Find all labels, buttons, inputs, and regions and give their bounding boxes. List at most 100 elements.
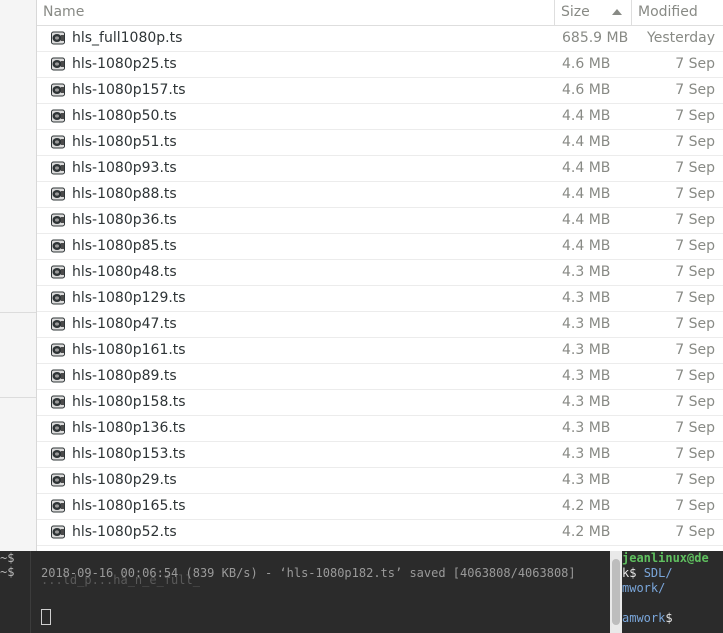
- file-row[interactable]: hls-1080p157.ts 4.6 MB 7 Sep: [37, 78, 723, 104]
- file-row[interactable]: hls-1080p25.ts 4.6 MB 7 Sep: [37, 52, 723, 78]
- file-name: hls-1080p158.ts: [72, 394, 186, 410]
- video-file-icon: [50, 238, 66, 254]
- file-row[interactable]: hls-1080p47.ts 4.3 MB 7 Sep: [37, 312, 723, 338]
- video-file-icon: [50, 446, 66, 462]
- file-size: 4.3 MB: [562, 420, 611, 436]
- video-file-icon: [50, 290, 66, 306]
- terminal-path: SDL/: [643, 566, 673, 580]
- file-modified: 7 Sep: [675, 394, 715, 410]
- file-row[interactable]: hls-1080p161.ts 4.3 MB 7 Sep: [37, 338, 723, 364]
- video-file-icon: [50, 108, 66, 124]
- file-modified: 7 Sep: [675, 472, 715, 488]
- file-row[interactable]: hls-1080p29.ts 4.3 MB 7 Sep: [37, 468, 723, 494]
- file-size: 4.2 MB: [562, 524, 611, 540]
- video-file-icon: [50, 394, 66, 410]
- terminal-prompt-line: ~$: [0, 565, 15, 579]
- terminal-main[interactable]: ...ld_p...ha_n_e_full_ 2018-09-16 00:06:…: [30, 551, 611, 633]
- video-file-icon: [50, 212, 66, 228]
- file-modified: 7 Sep: [675, 160, 715, 176]
- file-name: hls-1080p157.ts: [72, 82, 186, 98]
- file-size: 4.4 MB: [562, 186, 611, 202]
- video-file-icon: [50, 524, 66, 540]
- file-row[interactable]: hls-1080p52.ts 4.2 MB 7 Sep: [37, 520, 723, 546]
- file-modified: 7 Sep: [675, 82, 715, 98]
- sort-ascending-icon: [612, 9, 622, 15]
- file-size: 4.3 MB: [562, 316, 611, 332]
- file-row[interactable]: hls-1080p51.ts 4.4 MB 7 Sep: [37, 130, 723, 156]
- column-size-header[interactable]: Size: [561, 0, 590, 25]
- column-name-header[interactable]: Name: [43, 0, 84, 25]
- file-name: hls-1080p129.ts: [72, 290, 186, 306]
- file-manager-window: Name Size Modified hls_full1080p.ts 685.9…: [0, 0, 723, 551]
- file-size: 4.3 MB: [562, 446, 611, 462]
- file-size: 4.4 MB: [562, 160, 611, 176]
- file-size: 4.6 MB: [562, 82, 611, 98]
- file-row[interactable]: hls-1080p85.ts 4.4 MB 7 Sep: [37, 234, 723, 260]
- video-file-icon: [50, 186, 66, 202]
- terminal-scrollbar[interactable]: [610, 551, 622, 633]
- file-size: 4.2 MB: [562, 498, 611, 514]
- column-divider[interactable]: [554, 0, 555, 25]
- file-modified: 7 Sep: [675, 524, 715, 540]
- file-name: hls-1080p25.ts: [72, 56, 177, 72]
- file-row[interactable]: hls-1080p129.ts 4.3 MB 7 Sep: [37, 286, 723, 312]
- file-row[interactable]: hls-1080p48.ts 4.3 MB 7 Sep: [37, 260, 723, 286]
- terminal-left[interactable]: ~$ ~$: [0, 551, 30, 633]
- column-modified-header[interactable]: Modified: [638, 0, 698, 25]
- file-name: hls-1080p51.ts: [72, 134, 177, 150]
- file-name: hls_full1080p.ts: [72, 30, 183, 46]
- terminal-user-host: jeanlinux@de: [622, 551, 709, 565]
- terminal-prompt-line: ~$: [0, 551, 15, 565]
- file-modified: 7 Sep: [675, 420, 715, 436]
- file-size: 4.4 MB: [562, 108, 611, 124]
- file-row[interactable]: hls-1080p158.ts 4.3 MB 7 Sep: [37, 390, 723, 416]
- file-modified: 7 Sep: [675, 238, 715, 254]
- video-file-icon: [50, 420, 66, 436]
- video-file-icon: [50, 342, 66, 358]
- file-row[interactable]: hls-1080p50.ts 4.4 MB 7 Sep: [37, 104, 723, 130]
- file-modified: 7 Sep: [675, 56, 715, 72]
- file-name: hls-1080p85.ts: [72, 238, 177, 254]
- file-size: 4.4 MB: [562, 238, 611, 254]
- file-name: hls-1080p88.ts: [72, 186, 177, 202]
- file-modified: 7 Sep: [675, 290, 715, 306]
- file-row[interactable]: hls-1080p36.ts 4.4 MB 7 Sep: [37, 208, 723, 234]
- video-file-icon: [50, 472, 66, 488]
- file-row[interactable]: hls-1080p153.ts 4.3 MB 7 Sep: [37, 442, 723, 468]
- file-name: hls-1080p36.ts: [72, 212, 177, 228]
- file-size: 4.3 MB: [562, 290, 611, 306]
- video-file-icon: [50, 316, 66, 332]
- file-rows: hls_full1080p.ts 685.9 MB Yesterday hls-108…: [37, 26, 723, 546]
- video-file-icon: [50, 30, 66, 46]
- places-sidebar: [0, 0, 37, 551]
- file-modified: 7 Sep: [675, 212, 715, 228]
- terminal-prompt: k$: [622, 566, 644, 580]
- terminal-cursor: [41, 609, 51, 625]
- column-divider[interactable]: [631, 0, 632, 25]
- video-file-icon: [50, 134, 66, 150]
- terminal-right[interactable]: jeanlinux@de k$ SDL/ mwork/ amwork$: [622, 551, 723, 633]
- video-file-icon: [50, 368, 66, 384]
- scrollbar-thumb[interactable]: [612, 559, 620, 625]
- file-name: hls-1080p47.ts: [72, 316, 177, 332]
- terminal-prompt: $: [665, 611, 673, 625]
- file-row[interactable]: hls_full1080p.ts 685.9 MB Yesterday: [37, 26, 723, 52]
- file-row[interactable]: hls-1080p88.ts 4.4 MB 7 Sep: [37, 182, 723, 208]
- file-size: 4.4 MB: [562, 212, 611, 228]
- file-row[interactable]: hls-1080p136.ts 4.3 MB 7 Sep: [37, 416, 723, 442]
- file-size: 4.3 MB: [562, 472, 611, 488]
- file-size: 4.3 MB: [562, 264, 611, 280]
- file-size: 4.6 MB: [562, 56, 611, 72]
- file-modified: 7 Sep: [675, 186, 715, 202]
- file-size: 4.4 MB: [562, 134, 611, 150]
- file-row[interactable]: hls-1080p93.ts 4.4 MB 7 Sep: [37, 156, 723, 182]
- file-modified: 7 Sep: [675, 316, 715, 332]
- file-size: 4.3 MB: [562, 368, 611, 384]
- file-name: hls-1080p161.ts: [72, 342, 186, 358]
- file-name: hls-1080p93.ts: [72, 160, 177, 176]
- file-name: hls-1080p136.ts: [72, 420, 186, 436]
- file-row[interactable]: hls-1080p89.ts 4.3 MB 7 Sep: [37, 364, 723, 390]
- file-name: hls-1080p52.ts: [72, 524, 177, 540]
- column-header: Name Size Modified: [37, 0, 723, 26]
- file-row[interactable]: hls-1080p165.ts 4.2 MB 7 Sep: [37, 494, 723, 520]
